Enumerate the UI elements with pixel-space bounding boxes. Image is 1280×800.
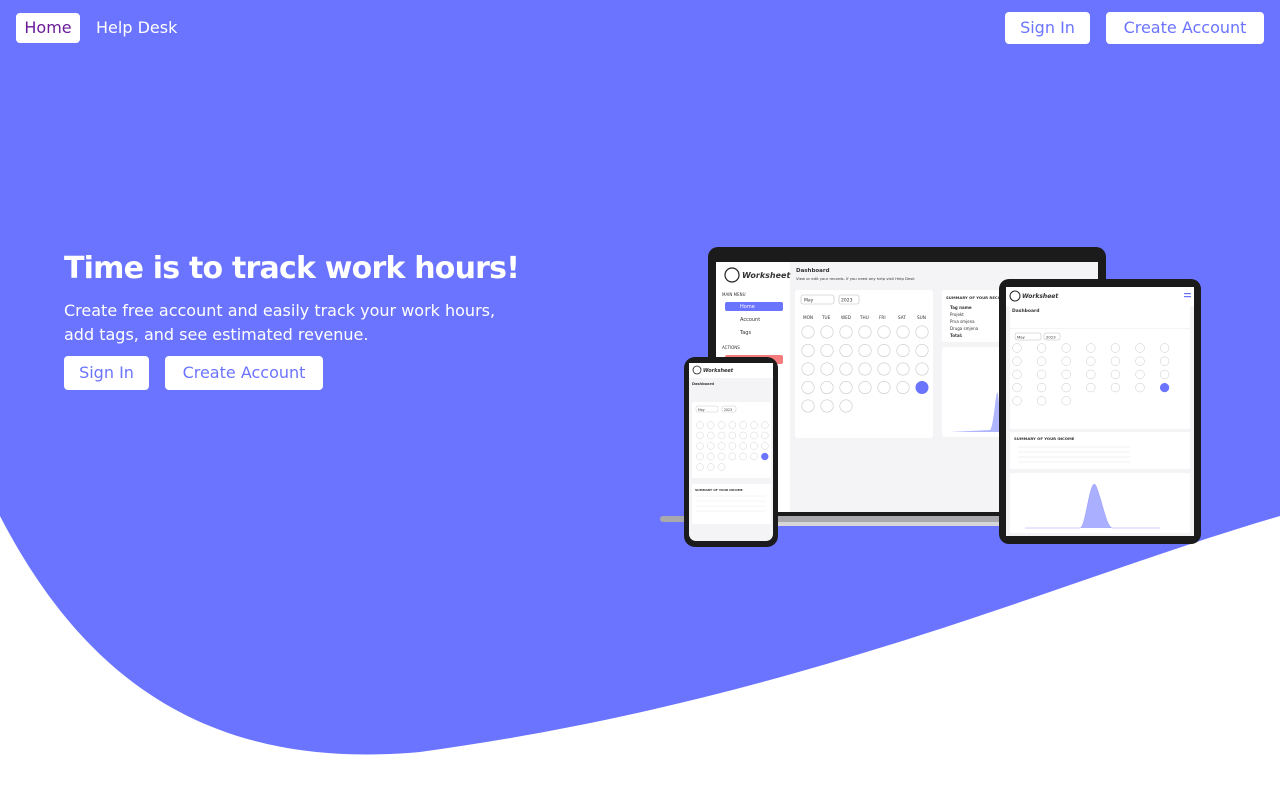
tablet-dashboard-title: Dashboard [1012,308,1039,314]
tablet-mockup: Worksheet Dashboard May 2023 SUMMARY OF … [999,279,1201,544]
tablet-income-title: SUMMARY OF YOUR INCOME [1014,436,1075,441]
hero-subtitle: Create free account and easily track you… [64,301,496,344]
hero-sign-in-button[interactable]: Sign In [64,356,149,390]
laptop-weekday-sat: SAT [898,315,906,320]
laptop-weekday-tue: TUE [821,315,831,320]
phone-mockup: Worksheet Dashboard May 2023 SUMMARY OF … [684,357,778,547]
laptop-dashboard-title: Dashboard [796,268,830,274]
phone-income-title: SUMMARY OF YOUR INCOME [695,488,743,492]
laptop-dashboard-sub: View or edit your records. If you need a… [796,276,915,281]
nav-help-desk-link[interactable]: Help Desk [88,12,182,44]
laptop-weekday-wed: WED [841,315,851,320]
calendar-day [761,452,769,461]
device-mockup-image: Worksheet MAIN MENU Home Account Tags AC… [660,247,1201,547]
top-navigation: Home Help Desk Sign In Create Account [0,0,1280,56]
laptop-menu-tags: Tags [739,330,751,336]
nav-home-link[interactable]: Home [16,13,80,43]
hero-create-account-button[interactable]: Create Account [165,356,323,390]
calendar-day [915,381,929,395]
hero-actions: Sign In Create Account [64,356,544,390]
tablet-brand: Worksheet [1022,293,1059,300]
laptop-menu-home: Home [740,304,755,310]
laptop-weekday-mon: MON [803,315,813,320]
phone-brand: Worksheet [703,368,734,374]
laptop-summary-row-1: Projekt [950,312,964,317]
laptop-menu-label: MAIN MENU [722,292,746,297]
laptop-summary-row-0: Tag name [950,305,972,310]
nav-create-account-button[interactable]: Create Account [1106,12,1264,44]
laptop-menu-account: Account [740,317,760,323]
phone-year-select: 2023 [724,408,732,412]
laptop-summary-row-2: Prva smjena [950,319,975,324]
laptop-summary-row-3: Druga smjena [950,326,979,331]
tablet-month-select: May [1017,335,1026,340]
nav-sign-in-button[interactable]: Sign In [1005,12,1090,44]
laptop-weekday-sun: SUN [917,315,926,320]
laptop-year-select: 2023 [841,298,853,304]
laptop-weekday-thu: THU [859,315,869,320]
laptop-brand: Worksheet [742,271,791,280]
laptop-summary-row-4: Total: [950,333,963,338]
hero-section: Time is to track work hours! Create free… [64,248,544,390]
laptop-month-select: May [804,298,814,304]
hero-title: Time is to track work hours! [64,251,520,286]
calendar-day [1159,382,1170,393]
laptop-weekday-fri: FRI [879,315,886,320]
tablet-year-select: 2023 [1046,335,1056,340]
phone-month-select: May [698,408,705,412]
phone-dashboard-title: Dashboard [692,382,714,386]
laptop-actions-label: ACTIONS [722,345,740,350]
